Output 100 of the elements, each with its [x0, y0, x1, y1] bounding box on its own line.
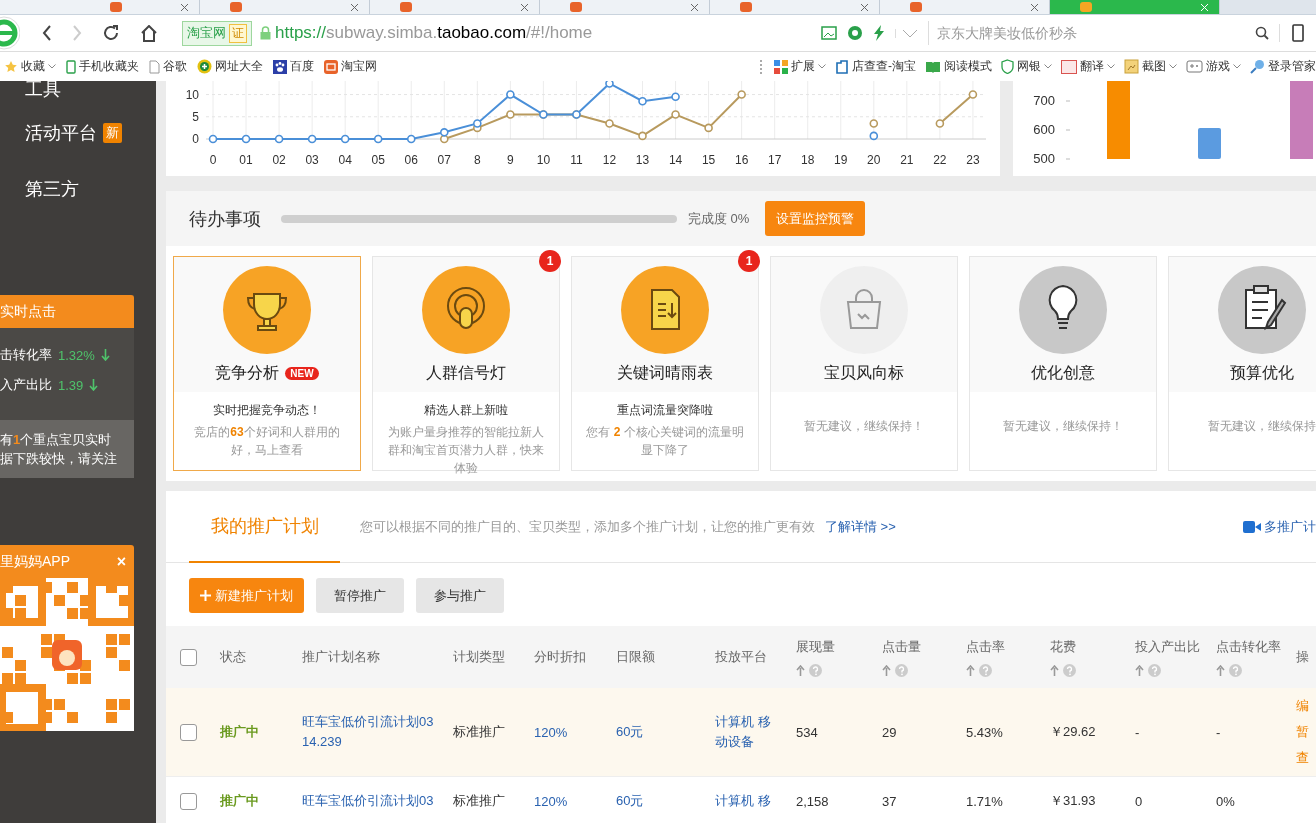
platform-link[interactable]: 计算机 移动设备 — [715, 712, 775, 752]
bookmark-item[interactable]: 阅读模式 — [925, 58, 992, 75]
page-icon — [740, 2, 752, 12]
task-card[interactable]: 竞争分析 NEW 实时把握竞争动态！ 竞店的63个好词和人群用的好，马上查看 — [173, 256, 361, 471]
axis-label: 0 — [192, 132, 199, 146]
plan-name-link[interactable]: 旺车宝低价引流计划03 — [302, 791, 435, 811]
lightning-icon[interactable] — [873, 25, 885, 41]
dropdown-icon[interactable] — [895, 28, 918, 38]
column-header[interactable]: 状态 — [220, 648, 302, 666]
back-icon[interactable] — [42, 25, 52, 41]
column-header[interactable]: 推广计划名称 — [302, 648, 453, 666]
checkbox[interactable] — [180, 723, 197, 741]
action-button[interactable]: 暂停推广 — [316, 578, 404, 613]
bookmark-item[interactable]: 翻译 — [1061, 58, 1115, 75]
axis-label: 04 — [338, 153, 352, 167]
platform-link[interactable]: 计算机 移 — [715, 791, 775, 811]
checkbox[interactable] — [180, 648, 197, 666]
column-header[interactable]: 展现量 — [796, 637, 882, 656]
axis-label: 13 — [635, 153, 650, 167]
action-button[interactable]: 参与推广 — [416, 578, 504, 613]
help-icon[interactable] — [1229, 663, 1242, 677]
browser-tab[interactable] — [710, 0, 880, 14]
sort-arrow-icon[interactable] — [966, 664, 975, 676]
aperture-icon[interactable] — [847, 25, 863, 41]
bookmark-item[interactable]: 谷歌 — [149, 58, 187, 75]
browser-tab[interactable] — [200, 0, 370, 14]
browser-tab[interactable] — [880, 0, 1050, 14]
close-icon[interactable] — [350, 2, 359, 12]
budget-link[interactable]: 60元 — [616, 793, 644, 808]
browser-tab[interactable] — [0, 0, 200, 14]
column-header[interactable]: 分时折扣 — [534, 648, 616, 666]
bookmark-item[interactable]: 淘宝网 — [324, 58, 377, 75]
help-icon[interactable] — [1148, 663, 1161, 677]
close-icon[interactable] — [860, 2, 869, 12]
column-header[interactable]: 点击量 — [882, 637, 966, 656]
bookmark-item[interactable]: 网址大全 — [197, 58, 263, 75]
task-card[interactable]: 优化创意 暂无建议，继续保持！ — [969, 256, 1157, 471]
table-cell: 1.71% — [966, 793, 1003, 809]
refresh-icon[interactable] — [102, 24, 120, 42]
sort-arrow-icon[interactable] — [1050, 664, 1059, 676]
image-icon[interactable] — [821, 26, 837, 40]
url-text[interactable]: https://subway.simba.taobao.com/#!/home — [275, 23, 593, 43]
translate-icon — [1061, 59, 1077, 74]
column-header[interactable]: 计划类型 — [453, 648, 534, 666]
help-icon[interactable] — [1063, 663, 1076, 677]
bookmark-item[interactable]: 网银 — [1001, 58, 1052, 75]
column-header[interactable]: 点击转化率 — [1216, 637, 1296, 656]
help-icon[interactable] — [809, 663, 822, 677]
browser-tab[interactable] — [540, 0, 710, 14]
new-badge: 新 — [103, 123, 122, 143]
task-card[interactable]: 宝贝风向标 暂无建议，继续保持！ — [770, 256, 958, 471]
home-icon[interactable] — [140, 24, 158, 42]
data-point — [704, 123, 713, 133]
plan-name-link[interactable]: 旺车宝低价引流计划0314.239 — [302, 712, 435, 752]
video-link[interactable]: 多推广计 — [1243, 517, 1316, 536]
help-icon[interactable] — [979, 663, 992, 677]
menu-item[interactable]: 工具 — [25, 81, 61, 101]
screenshot-icon — [1124, 59, 1139, 74]
bookmark-item[interactable]: 百度 — [273, 58, 314, 75]
sort-arrow-icon[interactable] — [796, 664, 805, 676]
column-header[interactable]: 操 — [1296, 648, 1316, 666]
bookmark-item[interactable]: 截图 — [1124, 58, 1177, 75]
column-header[interactable]: 点击率 — [966, 637, 1050, 656]
bookmark-item[interactable]: 扩展 — [774, 58, 826, 75]
column-header[interactable]: 花费 — [1050, 637, 1135, 656]
budget-link[interactable]: 60元 — [616, 724, 644, 739]
details-link[interactable]: 了解详情 >> — [825, 517, 896, 536]
data-point — [671, 110, 680, 119]
bookmark-item[interactable]: 游戏 — [1186, 58, 1241, 75]
menu-item[interactable]: 活动平台 — [25, 121, 97, 145]
menu-item[interactable]: 第三方 — [25, 177, 79, 201]
sort-arrow-icon[interactable] — [1135, 664, 1144, 676]
new-badge: NEW — [285, 367, 319, 380]
browser-tab[interactable] — [370, 0, 540, 14]
column-header[interactable]: 投放平台 — [715, 648, 796, 666]
data-point — [935, 119, 945, 128]
axis-label: 10 — [185, 87, 199, 102]
sort-arrow-icon[interactable] — [882, 664, 891, 676]
column-header[interactable]: 投入产出比 — [1135, 637, 1216, 656]
data-point — [638, 96, 647, 106]
bookmark-item[interactable]: 店查查-淘宝 — [835, 58, 916, 75]
bookmark-item[interactable]: 收藏 — [4, 58, 56, 75]
close-icon[interactable] — [520, 2, 529, 12]
close-icon[interactable] — [180, 2, 189, 12]
data-point — [274, 134, 284, 144]
book-icon — [925, 60, 941, 73]
discount-link[interactable]: 120% — [534, 793, 568, 809]
column-header[interactable]: 日限额 — [616, 648, 715, 666]
checkbox[interactable] — [180, 792, 197, 810]
search-icon[interactable] — [1255, 26, 1269, 40]
close-icon[interactable] — [1030, 2, 1039, 12]
forward-icon[interactable] — [72, 25, 82, 41]
sort-arrow-icon[interactable] — [1216, 664, 1225, 676]
bookmark-item[interactable]: 登录管家 — [1250, 58, 1316, 75]
close-icon[interactable] — [690, 2, 699, 12]
task-card[interactable]: 预算优化 暂无建议，继续保持 — [1168, 256, 1316, 471]
axis-label: 10 — [536, 153, 551, 167]
bookmark-item[interactable]: 手机收藏夹 — [66, 58, 139, 75]
discount-link[interactable]: 120% — [534, 724, 568, 740]
help-icon[interactable] — [895, 663, 908, 677]
